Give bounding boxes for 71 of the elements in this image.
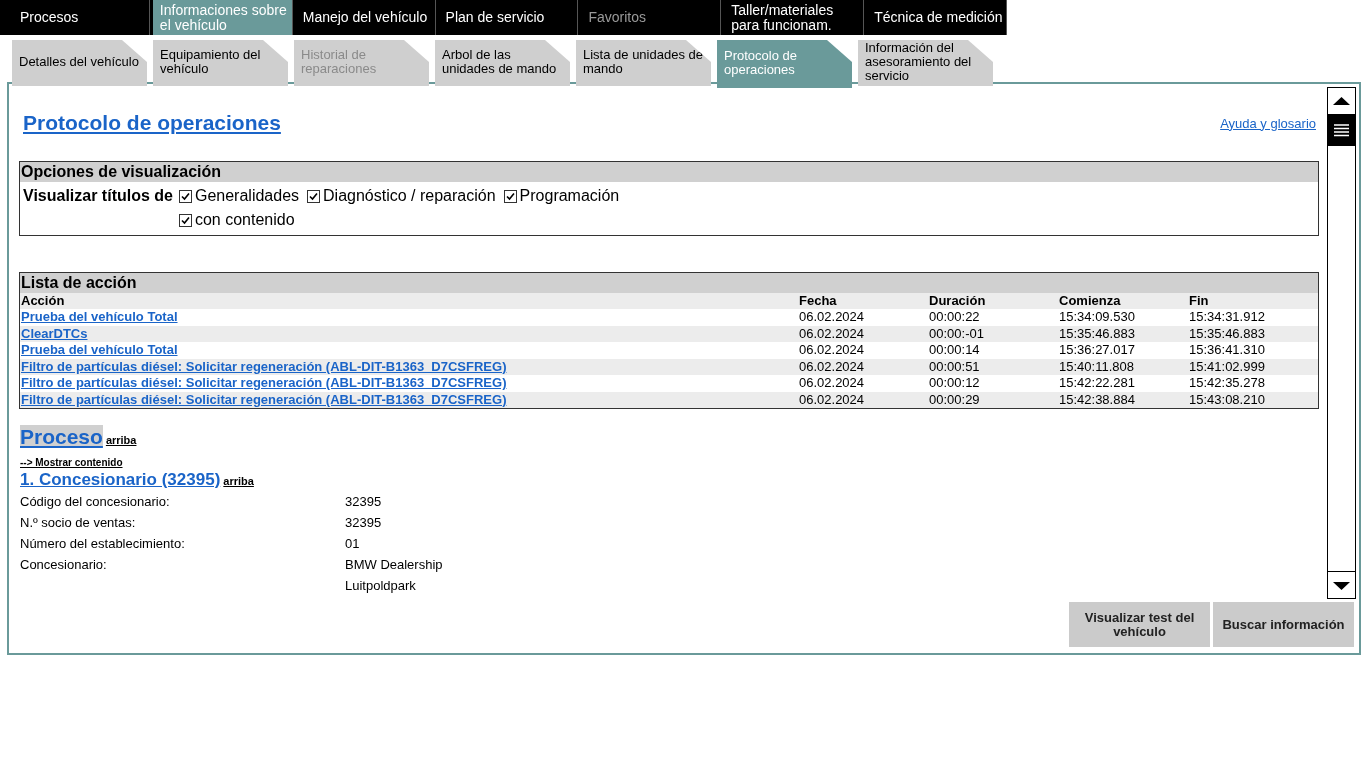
checkbox-label: con contenido: [194, 210, 295, 230]
action-link[interactable]: Filtro de partículas diésel: Solicitar regeneración (ABL-DIT-B1363_D7CSFREG): [21, 391, 507, 407]
table-cell-text: 06.02.2024: [798, 325, 866, 342]
table-cell-text: 06.02.2024: [798, 391, 866, 408]
checkbox[interactable]: [178, 213, 192, 227]
sub-tab[interactable]: Lista de unidades de mando: [576, 40, 711, 86]
scroll-thumb[interactable]: [1328, 114, 1355, 146]
field-value: 32395: [345, 493, 382, 511]
field-label: Código del concesionario:: [20, 493, 171, 511]
checkbox-label: Generalidades: [194, 186, 300, 206]
column-header: Fecha: [798, 293, 838, 309]
column-header: Comienza: [1058, 293, 1122, 309]
action-link[interactable]: ClearDTCs: [21, 325, 88, 341]
field-label: Número del establecimiento:: [20, 535, 186, 553]
checkbox[interactable]: [503, 189, 517, 203]
field-label: Concesionario:: [20, 556, 108, 574]
field-value: 01: [345, 535, 360, 553]
sub-tab[interactable]: Detalles del vehículo: [12, 40, 147, 86]
table-cell-text: 15:43:08.210: [1188, 391, 1266, 408]
sub-tab[interactable]: Equipamiento del vehículo: [153, 40, 288, 86]
table-cell-text: 06.02.2024: [798, 309, 866, 326]
action-button[interactable]: Visualizar test del vehículo: [1069, 602, 1210, 647]
subsection-heading[interactable]: 1. Concesionario (32395): [20, 470, 221, 489]
table-cell-text: 06.02.2024: [798, 342, 866, 359]
options-label: Visualizar títulos de: [23, 186, 173, 206]
scrollbar[interactable]: [1327, 87, 1356, 599]
sub-tab[interactable]: Información del asesoramiento del servicio: [858, 40, 993, 86]
page-title[interactable]: Protocolo de operaciones: [23, 111, 281, 135]
table-cell-text: 00:00:22: [928, 309, 981, 326]
table-cell-text: 15:36:41.310: [1188, 342, 1266, 359]
column-header: Acción: [20, 293, 66, 309]
table-cell-text: 15:42:38.884: [1058, 391, 1136, 408]
section-heading[interactable]: Proceso: [20, 425, 103, 448]
table-cell-text: 15:41:02.999: [1188, 358, 1266, 375]
checkbox[interactable]: [178, 189, 192, 203]
field-value: Luitpoldpark: [345, 577, 417, 595]
column-header: Duración: [928, 293, 987, 309]
table-cell-text: 06.02.2024: [798, 358, 866, 375]
action-link[interactable]: Prueba del vehículo Total: [21, 309, 178, 324]
action-link[interactable]: Prueba del vehículo Total: [21, 342, 178, 357]
table-cell-text: 00:00:14: [928, 342, 981, 359]
show-content-link[interactable]: --> Mostrar contenido: [20, 457, 123, 468]
checkbox-label: Programación: [519, 186, 620, 206]
top-link[interactable]: arriba: [223, 475, 254, 487]
action-link[interactable]: Filtro de partículas diésel: Solicitar regeneración (ABL-DIT-B1363_D7CSFREG): [21, 375, 507, 390]
table-cell-text: 15:35:46.883: [1058, 325, 1136, 342]
table-cell-text: 15:36:27.017: [1058, 342, 1136, 359]
action-button[interactable]: Buscar información: [1213, 602, 1354, 647]
table-cell-text: 15:34:31.912: [1188, 309, 1266, 326]
panel-title: Opciones de visualización: [20, 162, 1318, 182]
help-link[interactable]: Ayuda y glosario: [1220, 115, 1316, 131]
field-value: 32395: [345, 514, 382, 532]
table-cell-text: 00:00:51: [928, 358, 981, 375]
table-cell-text: 15:42:35.278: [1188, 375, 1266, 392]
table-cell-text: 06.02.2024: [798, 375, 866, 392]
table-cell-text: 00:00:-01: [928, 325, 985, 342]
top-link[interactable]: arriba: [105, 434, 137, 446]
action-link[interactable]: Filtro de partículas diésel: Solicitar regeneración (ABL-DIT-B1363_D7CSFREG): [21, 358, 507, 374]
checkbox-label: Diagnóstico / reparación: [323, 186, 496, 206]
column-header: Fin: [1188, 293, 1210, 309]
checkbox[interactable]: [307, 189, 321, 203]
field-label: N.º socio de ventas:: [20, 514, 137, 532]
table-cell-text: 15:40:11.808: [1058, 358, 1135, 375]
field-value: BMW Dealership: [345, 556, 443, 574]
table-cell-text: 00:00:29: [928, 391, 981, 408]
panel-title: Lista de acción: [20, 273, 1318, 293]
table-cell-text: 15:35:46.883: [1188, 325, 1266, 342]
table-cell-text: 00:00:12: [928, 375, 981, 392]
table-cell-text: 15:42:22.281: [1058, 375, 1136, 392]
sub-tab[interactable]: Arbol de las unidades de mando: [435, 40, 570, 86]
table-cell-text: 15:34:09.530: [1058, 309, 1136, 326]
